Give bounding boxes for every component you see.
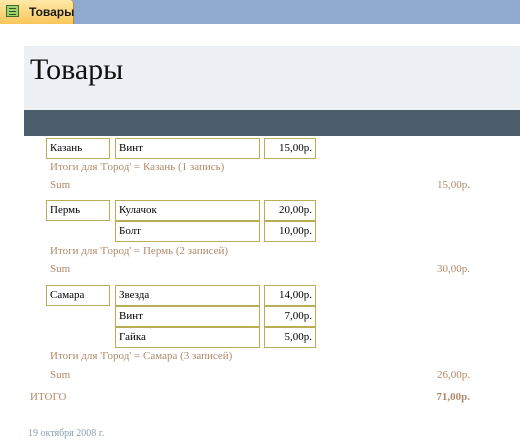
price-cell: 14,00р. <box>264 285 316 306</box>
product-cell: Гайка <box>115 327 260 348</box>
group-sum-value: 30,00р. <box>437 263 470 275</box>
grand-total-value: 71,00р. <box>436 391 470 403</box>
product-cell: Звезда <box>115 285 260 306</box>
group-sum-label: Sum <box>50 179 71 191</box>
product-cell: Кулачок <box>115 200 260 221</box>
price-cell: 7,00р. <box>264 306 316 327</box>
group-summary-text: Итоги для 'Город' = Пермь (2 записей) <box>50 245 229 257</box>
product-cell: Болт <box>115 221 260 242</box>
group-sum-label: Sum <box>50 369 71 381</box>
document-tab-strip <box>0 0 520 24</box>
group-sum-value: 26,00р. <box>437 369 470 381</box>
group-summary-text: Итоги для 'Город' = Казань (1 запись) <box>50 161 225 173</box>
grand-total-label: ИТОГО <box>30 391 67 403</box>
price-cell: 15,00р. <box>264 138 316 159</box>
product-cell: Винт <box>115 138 260 159</box>
report-title: Товары <box>30 53 124 86</box>
report-date: 19 октября 2008 г. <box>28 428 105 439</box>
group-summary-text: Итоги для 'Город' = Самара (3 записей) <box>50 350 233 362</box>
report-tab[interactable]: Товары <box>0 0 74 24</box>
price-cell: 20,00р. <box>264 200 316 221</box>
report-icon <box>6 5 19 17</box>
group-sum-value: 15,00р. <box>437 179 470 191</box>
group-city-cell: Пермь <box>46 200 110 221</box>
page-header-band <box>24 110 520 136</box>
group-city-cell: Самара <box>46 285 110 306</box>
group-city-cell: Казань <box>46 138 110 159</box>
report-tab-label: Товары <box>29 5 75 19</box>
price-cell: 10,00р. <box>264 221 316 242</box>
price-cell: 5,00р. <box>264 327 316 348</box>
group-sum-label: Sum <box>50 263 71 275</box>
product-cell: Винт <box>115 306 260 327</box>
